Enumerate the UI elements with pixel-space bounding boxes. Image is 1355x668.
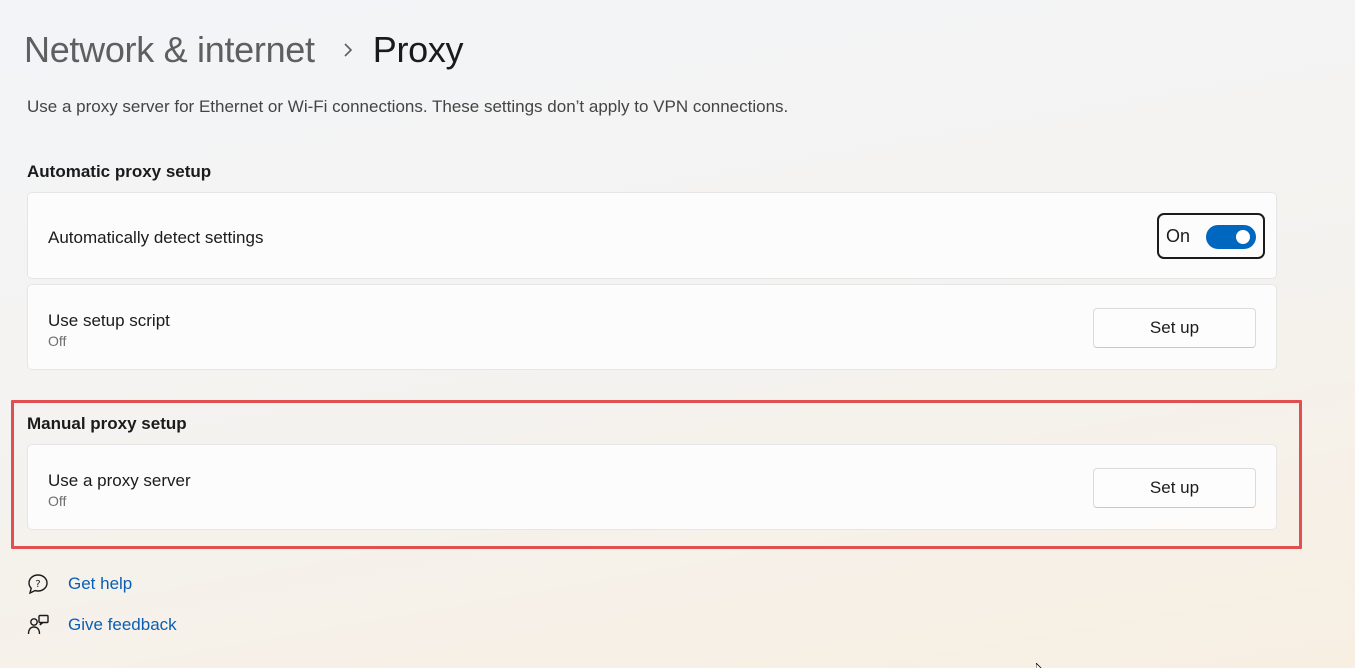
setup-script-card: Use setup script Off Set up [27, 284, 1277, 370]
help-chat-icon: ? [26, 572, 50, 596]
give-feedback-link[interactable]: Give feedback [68, 615, 177, 635]
automatic-proxy-section-title: Automatic proxy setup [27, 162, 212, 181]
auto-detect-toggle[interactable] [1206, 225, 1256, 249]
chevron-right-icon [341, 43, 355, 57]
page-title: Proxy [372, 29, 464, 70]
toggle-knob [1236, 230, 1250, 244]
feedback-icon [26, 613, 50, 637]
get-help-link-row[interactable]: ? Get help [26, 572, 132, 596]
auto-detect-label: Automatically detect settings [48, 228, 264, 247]
setup-script-set-up-button[interactable]: Set up [1093, 308, 1256, 348]
auto-detect-settings-card: Automatically detect settings On [27, 192, 1277, 279]
breadcrumb: Network & internet Proxy [24, 28, 464, 72]
auto-detect-toggle-focus[interactable]: On [1157, 213, 1265, 259]
mouse-cursor-icon [1035, 660, 1046, 668]
get-help-link[interactable]: Get help [68, 574, 132, 594]
setup-script-label: Use setup script [48, 311, 170, 330]
toggle-state-label: On [1166, 225, 1191, 246]
page-description: Use a proxy server for Ethernet or Wi-Fi… [27, 97, 789, 116]
breadcrumb-parent-network-internet[interactable]: Network & internet [24, 29, 315, 71]
highlight-box [11, 400, 1302, 549]
give-feedback-link-row[interactable]: Give feedback [26, 613, 177, 637]
setup-script-status: Off [48, 333, 67, 349]
svg-text:?: ? [35, 579, 40, 590]
